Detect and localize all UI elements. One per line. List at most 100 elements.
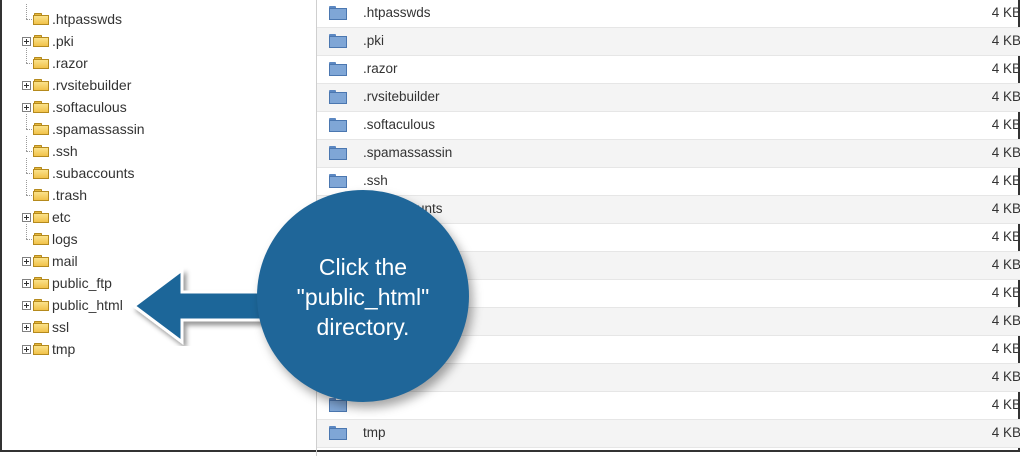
folder-icon [33,101,49,113]
file-name: .razor [363,61,398,76]
callout-text: Click the "public_html" directory. [257,252,469,342]
tree-item-trash[interactable]: .trash [22,179,87,206]
directory-tree: .htpasswds .pki .razor .rvsitebuilder .s… [0,0,317,456]
file-row[interactable]: .razor 4 KB [317,56,1020,84]
tree-connector [22,179,32,200]
tree-item-label: mail [52,253,78,269]
tree-item-subaccounts[interactable]: .subaccounts [22,157,135,184]
tree-item-label: .htpasswds [52,11,123,27]
file-size: 4 KB [991,201,1020,216]
folder-icon [329,174,347,188]
folder-icon [33,233,49,245]
expand-icon[interactable] [22,344,31,354]
file-name: tmp [363,425,386,440]
file-row[interactable]: 4 KB [317,392,1020,420]
pointer-arrow-icon [131,267,268,345]
file-size: 4 KB [991,313,1020,328]
file-size: 4 KB [991,341,1020,356]
tree-item-softaculous[interactable]: .softaculous [22,96,127,118]
file-size: 4 KB [991,5,1020,20]
expand-icon[interactable] [22,278,31,288]
expand-icon[interactable] [22,102,31,112]
tree-item-label: .softaculous [52,99,127,115]
callout-line-3: directory. [316,314,410,340]
folder-icon [329,118,347,132]
tree-connector [22,157,32,178]
file-name: .pki [363,33,385,48]
folder-icon [33,123,49,135]
file-name: .htpasswds [363,5,431,20]
tree-item-public-html[interactable]: public_html [22,294,123,316]
folder-icon [33,299,49,311]
file-name: .softaculous [363,117,436,132]
file-size: 4 KB [991,173,1020,188]
folder-icon [33,79,49,91]
folder-icon [329,146,347,160]
file-row[interactable]: .rvsitebuilder 4 KB [317,84,1020,112]
folder-icon [329,6,347,20]
file-size: 4 KB [991,117,1020,132]
expand-icon[interactable] [22,80,31,90]
tree-item-label: .ssh [52,143,78,159]
tree-connector [22,113,32,134]
tree-item-razor[interactable]: .razor [22,47,88,74]
file-size: 4 KB [991,33,1020,48]
file-size: 4 KB [991,285,1020,300]
tree-item-label: .rvsitebuilder [52,77,132,93]
file-row[interactable]: .softaculous 4 KB [317,112,1020,140]
folder-icon [329,90,347,104]
tree-item-ssh-hidden[interactable]: .ssh [22,135,78,162]
expand-icon[interactable] [22,256,31,266]
folder-icon [33,343,49,355]
file-size: 4 KB [991,145,1020,160]
file-row[interactable]: .pki 4 KB [317,28,1020,56]
tree-item-label: .razor [52,55,88,71]
folder-icon [33,189,49,201]
folder-icon [33,321,49,333]
folder-icon [33,277,49,289]
tree-item-label: public_html [52,297,123,313]
tree-connector [22,135,32,156]
expand-icon[interactable] [22,212,31,222]
tree-item-tmp[interactable]: tmp [22,338,75,360]
folder-icon [33,57,49,69]
tree-item-label: .pki [52,33,74,49]
file-size: 4 KB [991,257,1020,272]
tree-item-ssl[interactable]: ssl [22,316,69,338]
file-row[interactable]: .spamassassin 4 KB [317,140,1020,168]
expand-icon[interactable] [22,36,31,46]
callout-line-1: Click the [318,254,408,280]
folder-icon [33,13,49,25]
expand-icon[interactable] [22,322,31,332]
folder-icon [329,426,347,440]
tree-item-mail[interactable]: mail [22,250,78,272]
tree-item-public-ftp[interactable]: public_ftp [22,272,112,294]
tree-item-etc[interactable]: etc [22,206,71,228]
tree-connector [22,223,32,244]
folder-icon [33,255,49,267]
folder-icon [329,34,347,48]
tree-item-label: etc [52,209,71,225]
file-name: .rvsitebuilder [363,89,440,104]
expand-icon[interactable] [22,300,31,310]
tree-connector [22,3,32,24]
file-size: 4 KB [991,89,1020,104]
folder-icon [33,35,49,47]
callout-line-2: "public_html" [296,284,430,310]
tree-item-logs[interactable]: logs [22,223,78,250]
tree-item-spamassassin[interactable]: .spamassassin [22,113,145,140]
callout-bubble: Click the "public_html" directory. [257,190,469,402]
file-row[interactable]: .ssh 4 KB [317,168,1020,196]
tree-item-rvsitebuilder[interactable]: .rvsitebuilder [22,74,131,96]
tree-item-label: tmp [52,341,76,357]
tree-item-label: logs [52,231,78,247]
file-size: 4 KB [991,397,1020,412]
tree-item-label: .spamassassin [52,121,145,137]
tree-item-label: ssl [52,319,70,335]
file-row[interactable]: tmp 4 KB [317,420,1020,448]
file-size: 4 KB [991,229,1020,244]
tree-item-htpasswds[interactable]: .htpasswds [22,3,123,30]
tree-item-label: public_ftp [52,275,112,291]
tree-item-pki[interactable]: .pki [22,30,74,52]
file-row[interactable]: .htpasswds 4 KB [317,0,1020,28]
